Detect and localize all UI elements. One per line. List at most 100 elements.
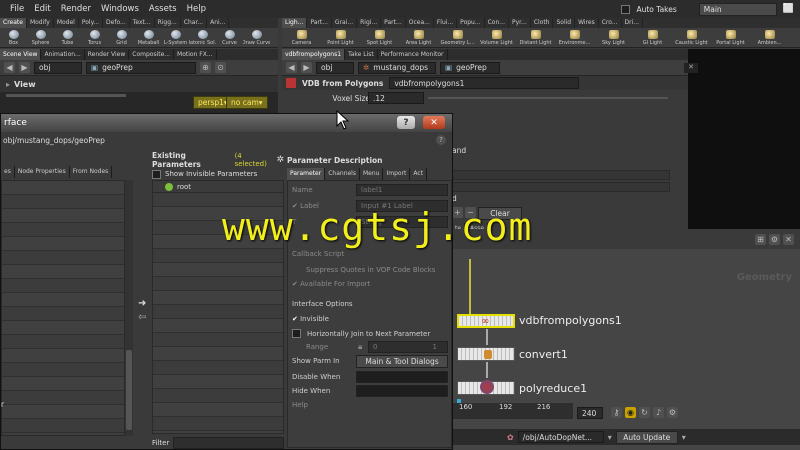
settings-icon[interactable]: ⚙ xyxy=(667,407,678,418)
forward-icon[interactable]: ▶ xyxy=(301,62,312,73)
tab-param-2[interactable]: Performance Monitor xyxy=(378,49,448,60)
update-dropdown-icon[interactable]: ▾ xyxy=(682,433,686,442)
layout-icon[interactable]: ⊞ xyxy=(755,233,766,245)
shelf-tab-7[interactable]: Char... xyxy=(181,18,208,28)
viewport-path[interactable]: obj xyxy=(34,61,82,74)
shelf-tab-4[interactable]: Defo... xyxy=(103,18,130,28)
shelf-tool-5[interactable]: Metaball xyxy=(135,28,162,48)
auto-takes-checkbox[interactable] xyxy=(621,4,631,14)
shelf-tab-6[interactable]: Rigg... xyxy=(155,18,181,28)
lock-icon[interactable]: 🔒︎ xyxy=(358,342,362,352)
hide-when-field[interactable] xyxy=(356,385,448,397)
desktop-options-icon[interactable]: ⬜ xyxy=(783,4,794,14)
shelf-tab-1[interactable]: Part... xyxy=(307,18,332,28)
dropdown-icon[interactable]: ▾ xyxy=(608,433,612,442)
shelf-tab-13[interactable]: Cro... xyxy=(599,18,622,28)
shelf-tab-11[interactable]: Solid xyxy=(553,18,576,28)
timeline-ruler[interactable]: 160 192 216 xyxy=(453,403,573,419)
forward-icon[interactable]: ▶ xyxy=(19,62,30,73)
shelf-tool-9[interactable]: GI Light xyxy=(633,28,672,48)
shelf-tool-2[interactable]: Spot Light xyxy=(360,28,399,48)
shelf-tool-1[interactable]: Sphere xyxy=(27,28,54,48)
tab-desc-0[interactable]: Parameter xyxy=(287,168,326,180)
shelf-tab-6[interactable]: Flui... xyxy=(434,18,458,28)
shelf-tool-2[interactable]: Tube xyxy=(54,28,81,48)
menu-edit[interactable]: Edit xyxy=(34,4,50,14)
viewport-area[interactable]: persp1▾ no cam▾ xyxy=(0,92,278,113)
shelf-tab-7[interactable]: Popu... xyxy=(457,18,485,28)
source-list[interactable] xyxy=(1,180,125,436)
voxel-size-field[interactable]: .12 xyxy=(368,92,424,104)
tab-source-2[interactable]: From Nodes xyxy=(70,166,113,178)
shelf-tool-0[interactable]: Box xyxy=(0,28,27,48)
shelf-tool-7[interactable]: Platonic Sol... xyxy=(189,28,216,48)
shelf-tab-3[interactable]: Rigi... xyxy=(357,18,382,28)
shelf-tool-3[interactable]: Torus xyxy=(81,28,108,48)
collapse-icon[interactable]: ▸ xyxy=(6,80,10,89)
shelf-tool-6[interactable]: L-System xyxy=(162,28,189,48)
shelf-tab-0[interactable]: Create xyxy=(0,18,27,28)
shelf-tab-1[interactable]: Modify xyxy=(27,18,54,28)
shelf-tool-0[interactable]: Camera xyxy=(282,28,321,48)
shelf-tool-7[interactable]: Environme... xyxy=(555,28,594,48)
disable-when-field[interactable] xyxy=(356,371,448,383)
shelf-tool-10[interactable]: Caustic Light xyxy=(672,28,711,48)
menu-assets[interactable]: Assets xyxy=(149,4,177,14)
shelf-tab-10[interactable]: Cloth xyxy=(531,18,554,28)
pin-icon[interactable]: ⊕ xyxy=(200,62,211,73)
cam-menu[interactable]: no cam ▾ xyxy=(226,96,268,109)
name-field[interactable]: label1 xyxy=(356,184,448,196)
shelf-tool-1[interactable]: Point Light xyxy=(321,28,360,48)
shelf-tab-8[interactable]: Con... xyxy=(485,18,509,28)
loop-icon[interactable]: ↻ xyxy=(639,407,650,418)
status-path[interactable]: /obj/AutoDopNet... xyxy=(517,431,604,443)
menu-help[interactable]: Help xyxy=(187,4,206,14)
move-right-arrow-icon[interactable]: ➜ xyxy=(138,298,146,309)
options-icon[interactable]: ⚙ xyxy=(769,233,780,245)
tab-viewport-2[interactable]: Render View xyxy=(85,49,130,60)
key-icon[interactable]: ⚷ xyxy=(611,407,622,418)
shelf-tool-6[interactable]: Distant Light xyxy=(516,28,555,48)
shelf-tool-4[interactable]: Geometry L... xyxy=(438,28,477,48)
shelf-tool-8[interactable]: Sky Light xyxy=(594,28,633,48)
voxel-size-slider[interactable] xyxy=(428,97,668,99)
tab-viewport-3[interactable]: Composite... xyxy=(129,49,175,60)
root-row[interactable]: root xyxy=(153,181,283,193)
tab-source-1[interactable]: Node Properties xyxy=(15,166,70,178)
back-icon[interactable]: ◀ xyxy=(4,62,15,73)
param-path-mid[interactable]: ✲ mustang_dops xyxy=(358,61,436,74)
show-invisible-checkbox[interactable] xyxy=(152,169,161,179)
shelf-tab-5[interactable]: Text... xyxy=(130,18,155,28)
shelf-tool-4[interactable]: Grid xyxy=(108,28,135,48)
shelf-tool-11[interactable]: Portal Light xyxy=(711,28,750,48)
audio-icon[interactable]: ♪ xyxy=(653,407,664,418)
frame-field[interactable]: 240 xyxy=(577,407,603,419)
partial-slider-2[interactable] xyxy=(452,182,670,192)
help-icon[interactable]: ? xyxy=(436,135,446,145)
network-view[interactable]: ⊞ ⚙ ✕ Geometry ∞ vdbfrompolygons1 conver… xyxy=(453,229,800,450)
tab-desc-1[interactable]: Channels xyxy=(325,168,360,180)
shelf-tab-4[interactable]: Part... xyxy=(381,18,406,28)
range-field[interactable]: 01 xyxy=(368,341,448,353)
shelf-tab-9[interactable]: Pyr... xyxy=(509,18,531,28)
gear-icon[interactable]: ✲ xyxy=(276,155,284,165)
shelf-tab-0[interactable]: Ligh... xyxy=(282,18,308,28)
shelf-tab-5[interactable]: Ocea... xyxy=(406,18,434,28)
dialog-titlebar[interactable]: rface ? ✕ xyxy=(1,114,452,132)
param-path-node[interactable]: ▣ geoPrep xyxy=(440,61,500,74)
param-path-root[interactable]: obj xyxy=(316,61,354,74)
show-parm-select[interactable]: Main & Tool Dialogs xyxy=(356,355,448,368)
realtime-icon[interactable]: ◉ xyxy=(625,407,636,418)
shelf-tab-14[interactable]: Dri... xyxy=(622,18,644,28)
source-scrollbar[interactable] xyxy=(125,180,133,436)
close-icon[interactable]: ✕ xyxy=(423,116,445,129)
tab-source-0[interactable]: es xyxy=(1,166,15,178)
node-name-field[interactable]: vdbfrompolygons1 xyxy=(389,77,580,89)
back-icon[interactable]: ◀ xyxy=(286,62,297,73)
tab-param-0[interactable]: vdbfrompolygons1 xyxy=(282,49,346,60)
horiz-join-checkbox[interactable] xyxy=(292,329,301,338)
shelf-tool-12[interactable]: Ambien... xyxy=(750,28,789,48)
node-vdbfrompolygons1[interactable]: ∞ xyxy=(457,314,515,328)
node-convert1[interactable] xyxy=(457,347,515,361)
partial-slider-1[interactable] xyxy=(452,170,670,180)
